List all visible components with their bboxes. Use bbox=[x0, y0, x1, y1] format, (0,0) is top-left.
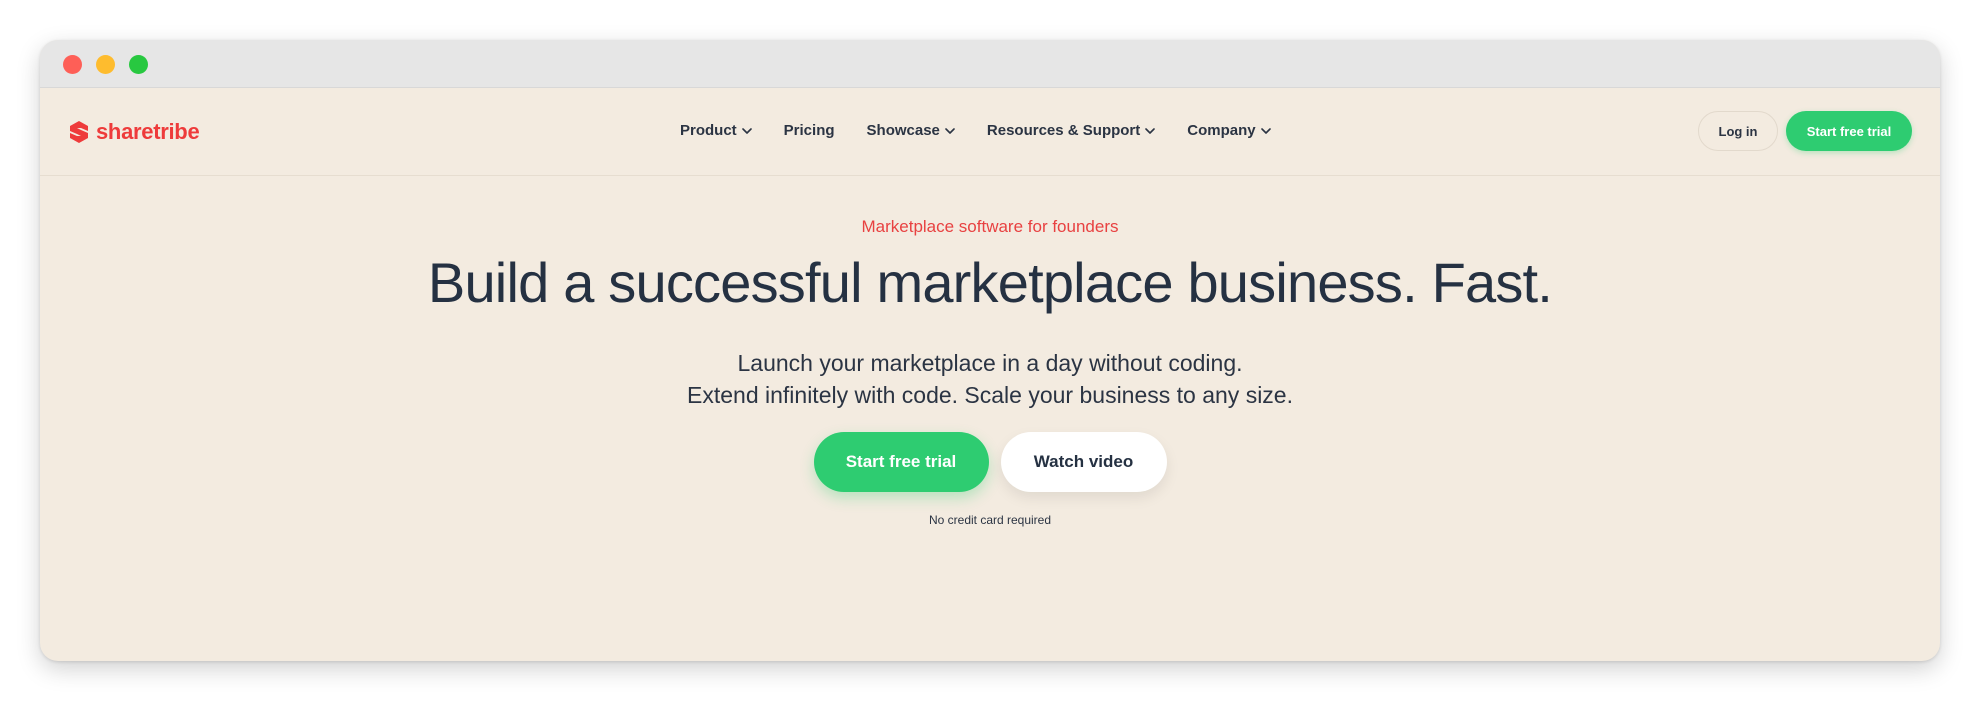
hero-cta-group: Start free trial Watch video bbox=[40, 432, 1940, 492]
chevron-down-icon bbox=[1260, 127, 1271, 134]
browser-window: sharetribe Product Pricing Showcase Reso… bbox=[40, 40, 1940, 661]
hero-subline-1: Launch your marketplace in a day without… bbox=[737, 350, 1243, 376]
chevron-down-icon bbox=[945, 127, 955, 134]
watch-video-button[interactable]: Watch video bbox=[1000, 432, 1167, 492]
nav-item-label: Resources & Support bbox=[986, 122, 1141, 139]
chevron-down-icon bbox=[1145, 127, 1156, 134]
nav-item-resources-support[interactable]: Resources & Support bbox=[986, 122, 1156, 139]
nav-item-label: Company bbox=[1187, 122, 1256, 139]
window-titlebar bbox=[40, 40, 1940, 88]
minimize-window-button[interactable] bbox=[96, 55, 115, 74]
login-button[interactable]: Log in bbox=[1698, 111, 1778, 151]
nav-item-pricing[interactable]: Pricing bbox=[784, 122, 835, 139]
no-credit-card-note: No credit card required bbox=[928, 513, 1052, 527]
main-navigation: Product Pricing Showcase Resources & Sup… bbox=[680, 122, 1303, 139]
nav-item-label: Pricing bbox=[783, 122, 835, 139]
site-header: sharetribe Product Pricing Showcase Reso… bbox=[40, 89, 1940, 176]
hero-start-trial-button[interactable]: Start free trial bbox=[813, 432, 989, 492]
nav-item-label: Product bbox=[680, 122, 737, 139]
hero-eyebrow: Marketplace software for founders bbox=[861, 217, 1119, 236]
nav-item-product[interactable]: Product bbox=[680, 122, 752, 139]
close-window-button[interactable] bbox=[63, 55, 82, 74]
sharetribe-logo[interactable]: sharetribe bbox=[68, 119, 200, 145]
chevron-down-icon bbox=[741, 127, 752, 134]
hero-subline-2: Extend infinitely with code. Scale your … bbox=[687, 382, 1293, 408]
header-start-trial-button[interactable]: Start free trial bbox=[1786, 111, 1912, 151]
nav-item-label: Showcase bbox=[866, 122, 940, 139]
sharetribe-logo-icon bbox=[70, 121, 88, 143]
nav-item-company[interactable]: Company bbox=[1187, 122, 1271, 139]
nav-item-showcase[interactable]: Showcase bbox=[867, 122, 955, 139]
hero-headline: Build a successful marketplace business.… bbox=[427, 251, 1553, 314]
logo-wordmark: sharetribe bbox=[96, 119, 200, 144]
zoom-window-button[interactable] bbox=[129, 55, 148, 74]
